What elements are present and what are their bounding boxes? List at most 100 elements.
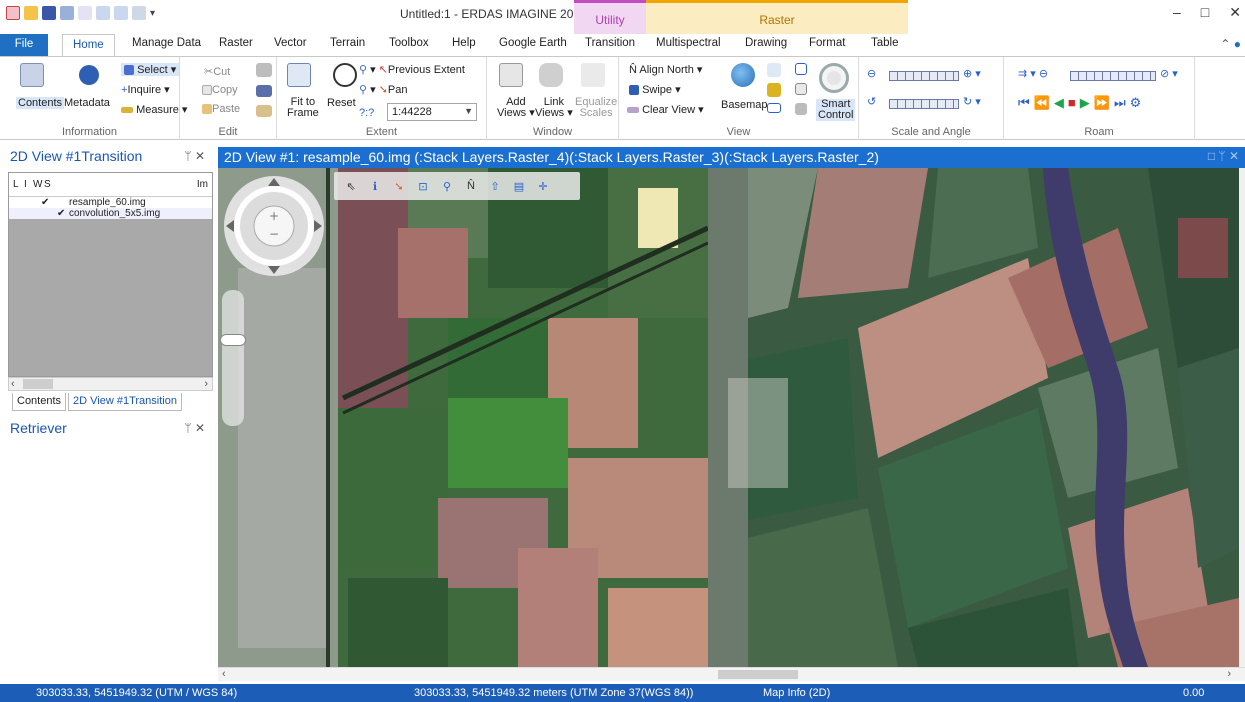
rotate-left-icon[interactable]: ↺ <box>867 95 876 108</box>
metadata-button[interactable]: Metadata <box>64 97 110 109</box>
tab-2d-view-transition[interactable]: 2D View #1Transition <box>68 393 182 411</box>
layer-row[interactable]: ✔ convolution_5x5.img <box>9 208 212 219</box>
play-icon[interactable]: ▶ <box>1080 95 1094 110</box>
context-tab-utility[interactable]: Utility <box>574 0 646 34</box>
column-l[interactable]: L <box>13 179 19 190</box>
roam-settings-icon[interactable]: ⚙ <box>1130 95 1146 110</box>
tab-help[interactable]: Help <box>452 37 476 49</box>
navigation-wheel-icon[interactable]: + − <box>222 174 326 278</box>
scroll-right-icon[interactable]: › <box>1227 668 1231 680</box>
tab-manage-data[interactable]: Manage Data <box>132 37 201 49</box>
zoom-out-icon[interactable] <box>114 6 128 20</box>
tab-contents[interactable]: Contents <box>12 393 67 411</box>
align-north-button[interactable]: N̂ Align North ▾ <box>629 63 702 76</box>
first-frame-icon[interactable]: ⏮ <box>1018 95 1034 110</box>
zoom-lens-icon[interactable] <box>767 63 781 77</box>
pointer-icon[interactable]: ⇖ <box>344 179 358 193</box>
clear-view-button[interactable]: Clear View ▾ <box>627 103 704 116</box>
angle-slider[interactable] <box>889 99 959 109</box>
map-horizontal-scrollbar[interactable]: ‹ › <box>218 667 1245 681</box>
smart-control-button[interactable]: Smart Control <box>816 99 856 121</box>
inquire-button[interactable]: +Inquire ▾ <box>121 83 170 96</box>
paste-special-icon[interactable] <box>256 85 272 97</box>
last-frame-icon[interactable]: ⏭ <box>1114 95 1130 110</box>
map-vertical-scrollbar[interactable] <box>1239 168 1245 667</box>
column-w[interactable]: W <box>33 179 42 190</box>
layer-checkbox[interactable]: ✔ <box>57 208 65 219</box>
tab-transition[interactable]: Transition <box>585 37 635 49</box>
column-im[interactable]: Im <box>197 179 208 190</box>
scroll-thumb[interactable] <box>718 670 798 679</box>
paste-button[interactable]: Paste <box>202 103 240 115</box>
tab-toolbox[interactable]: Toolbox <box>389 37 429 49</box>
context-tab-raster[interactable]: Raster <box>646 0 908 34</box>
up-icon[interactable]: ⇧ <box>488 179 502 193</box>
pan-hand-icon[interactable]: ➘ <box>392 179 406 193</box>
qat-customize-icon[interactable]: ▾ <box>150 8 155 19</box>
fit-to-frame-button[interactable]: Fit to Frame <box>287 97 319 119</box>
tab-drawing[interactable]: Drawing <box>745 37 787 49</box>
scroll-right-icon[interactable]: › <box>204 378 208 390</box>
contents-button[interactable]: Contents <box>16 97 65 109</box>
basemap-button[interactable]: Basemap <box>721 99 767 111</box>
fit-icon[interactable]: ⊡ <box>416 179 430 193</box>
tab-table[interactable]: Table <box>871 37 899 49</box>
column-i[interactable]: I <box>24 179 27 190</box>
eraser-icon[interactable] <box>132 6 146 20</box>
info-box-icon[interactable] <box>795 63 807 75</box>
measure-button[interactable]: Measure ▾ <box>121 103 187 116</box>
scale-combobox[interactable]: 1:44228 ▼ <box>387 103 477 121</box>
tab-multispectral[interactable]: Multispectral <box>656 37 721 49</box>
measure-grid-icon[interactable] <box>767 83 781 97</box>
scroll-thumb[interactable] <box>23 379 53 389</box>
previous-extent-button[interactable]: ⚲ ▾ ↖Previous Extent <box>359 63 465 76</box>
north-icon[interactable]: N̂ <box>464 179 478 193</box>
layer-row[interactable]: ✔ resample_60.img <box>9 197 212 208</box>
undo-icon[interactable] <box>60 6 74 20</box>
roam-speed-slider[interactable] <box>1070 71 1156 81</box>
zoom-slider-thumb[interactable] <box>220 334 246 346</box>
add-views-button[interactable]: Add Views ▾ <box>497 97 535 119</box>
pan-button[interactable]: ⚲ ▾ ➘Pan <box>359 83 408 96</box>
status-map-info[interactable]: Map Info (2D) <box>763 687 830 699</box>
tab-terrain[interactable]: Terrain <box>330 37 365 49</box>
scale-zoom-out-icon[interactable]: ⊖ <box>867 67 876 80</box>
close-button[interactable]: ✕ <box>1229 4 1241 21</box>
maximize-button[interactable]: □ <box>1201 4 1209 21</box>
scroll-left-icon[interactable]: ‹ <box>222 668 226 680</box>
zoom-icon[interactable] <box>96 6 110 20</box>
column-s[interactable]: S <box>44 179 51 190</box>
link-views-button[interactable]: Link Views ▾ <box>535 97 573 119</box>
minimize-button[interactable]: – <box>1173 4 1181 21</box>
map-canvas[interactable]: + − ⇖ ℹ ➘ ⊡ ⚲ N̂ ⇧ ▤ ✛ <box>218 168 1239 667</box>
tab-raster[interactable]: Raster <box>219 37 253 49</box>
scale-slider[interactable] <box>889 71 959 81</box>
equalize-scales-button[interactable]: Equalize Scales <box>575 97 617 119</box>
select-button[interactable]: Select ▾ <box>121 63 180 76</box>
properties-icon[interactable] <box>795 83 807 95</box>
roam-path-icon[interactable]: ⇉ ▾ ⊖ <box>1018 67 1048 80</box>
tab-file[interactable]: File <box>0 34 48 56</box>
open-icon[interactable] <box>24 6 38 20</box>
tab-format[interactable]: Format <box>809 37 845 49</box>
layer-checkbox[interactable]: ✔ <box>41 197 49 208</box>
view-window-controls[interactable]: □ ᛘ ✕ <box>1208 149 1239 163</box>
swipe-button[interactable]: Swipe ▾ <box>629 83 681 96</box>
crosshair-icon-toolbar[interactable]: ✛ <box>536 179 550 193</box>
tab-google-earth[interactable]: Google Earth <box>499 37 567 49</box>
zoom-slider[interactable] <box>220 290 246 426</box>
rotate-right-icon[interactable]: ↻ ▾ <box>963 95 981 108</box>
select-pointer-icon[interactable] <box>78 6 92 20</box>
triangle-icon[interactable] <box>795 103 807 115</box>
play-back-icon[interactable]: ◀ <box>1054 95 1068 110</box>
scale-zoom-in-icon[interactable]: ⊕ ▾ <box>963 67 981 80</box>
ribbon-collapse-icon[interactable]: ⌃ ● <box>1220 37 1241 51</box>
layer-horizontal-scrollbar[interactable]: ‹ › <box>8 377 213 391</box>
info-icon[interactable]: ℹ <box>368 179 382 193</box>
cut-button[interactable]: ✂Cut <box>204 65 230 78</box>
copy-button[interactable]: Copy <box>202 84 238 96</box>
frame-icon[interactable] <box>767 103 781 113</box>
panel-pin-close-icon[interactable]: ᛘ ✕ <box>184 149 205 163</box>
roam-speed-icon[interactable]: ⊘ ▾ <box>1160 67 1178 80</box>
retriever-pin-close-icon[interactable]: ᛘ ✕ <box>184 421 205 435</box>
